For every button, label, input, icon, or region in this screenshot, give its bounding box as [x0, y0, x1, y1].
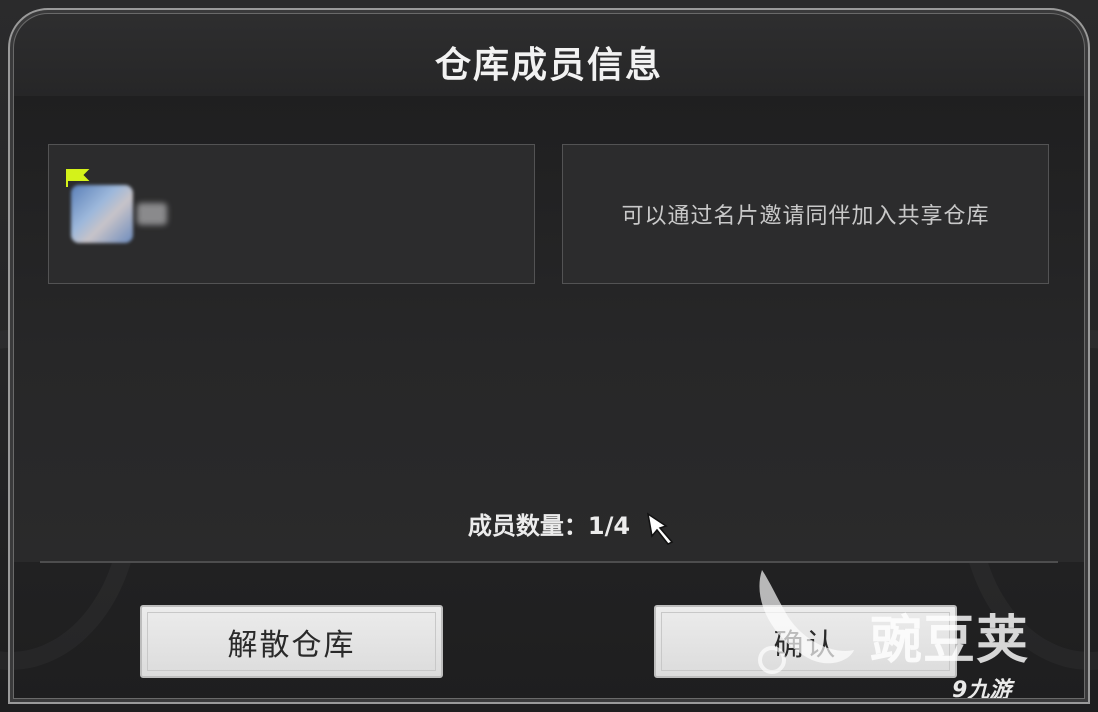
member-count-label: 成员数量： [467, 512, 588, 540]
member-card[interactable] [48, 144, 535, 284]
member-name-redacted [137, 203, 167, 225]
watermark-brand: 豌豆荚 [870, 611, 1030, 671]
member-count-value: 1/4 [587, 512, 631, 540]
member-avatar [71, 185, 133, 243]
watermark-secondary-text: 九游 [967, 678, 1012, 703]
dialog: 仓库成员信息 可以通过名片邀请同伴加入共享仓库 成员数量：1/4 解散仓库 确认… [0, 0, 1098, 712]
mouse-cursor-icon [646, 512, 674, 545]
watermark-logo-icon [758, 570, 854, 674]
dialog-title: 仓库成员信息 [434, 45, 663, 86]
invite-card[interactable]: 可以通过名片邀请同伴加入共享仓库 [562, 144, 1049, 284]
member-count: 成员数量：1/4 [0, 506, 1098, 541]
watermark-secondary: 9九游 [952, 672, 1011, 704]
disband-warehouse-button[interactable]: 解散仓库 [140, 605, 443, 678]
watermark-9-icon: 9 [952, 678, 968, 703]
invite-hint-text: 可以通过名片邀请同伴加入共享仓库 [621, 204, 990, 229]
footer-divider [40, 561, 1058, 563]
